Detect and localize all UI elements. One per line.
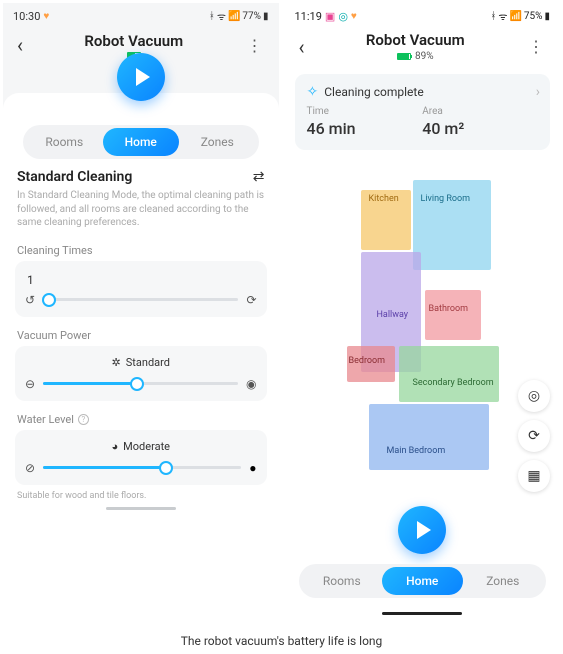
cleaning-times-card: 1 ↺ ⟳ (15, 261, 267, 317)
time-value: 46 min (307, 119, 423, 138)
room-bath: Bathroom (429, 304, 469, 314)
cleaning-times-value: 1 (25, 271, 257, 293)
wifi-icon: ᯤ (217, 9, 226, 23)
water-level-setting: Moderate (123, 440, 170, 453)
battery-icon: ▮ (263, 11, 269, 22)
time-label: Time (307, 106, 423, 117)
page-title: Robot Vacuum (27, 32, 240, 50)
vacuum-power-slider[interactable] (43, 382, 238, 385)
fan-icon: ✲ (112, 356, 121, 369)
repeat-min-icon: ↺ (25, 293, 35, 307)
locate-button[interactable]: ◎ (518, 380, 550, 412)
room-secbed: Secondary Bedroom (413, 378, 494, 388)
page-title: Robot Vacuum (309, 31, 522, 49)
mode-title: Standard Cleaning (17, 169, 132, 185)
status-time: 11:19 (295, 10, 322, 23)
cleaning-times-slider[interactable] (43, 298, 238, 301)
area-label: Area (422, 106, 538, 117)
sheet-handle[interactable] (106, 507, 176, 510)
water-level-card: ◕ Moderate ⊘ ● (15, 430, 267, 485)
area-value: 40 m² (422, 119, 538, 138)
status-battery: 75% (524, 11, 543, 22)
vacuum-power-setting: Standard (126, 356, 170, 369)
signal-icon: 📶 (228, 11, 240, 22)
image-caption: The robot vacuum's battery life is long (0, 622, 563, 654)
cleaning-times-label: Cleaning Times (17, 244, 265, 257)
phone-left: 10:30 ♥ ᚼ ᯤ 📶 77% ▮ ‹ Robot Vacuum ⋮ (3, 3, 279, 619)
battery-icon: ▮ (544, 11, 550, 22)
chevron-right-icon: › (536, 84, 540, 100)
broom-icon: ✧ (307, 84, 319, 100)
drop-icon: ◕ (112, 440, 119, 453)
bluetooth-icon: ᚼ (490, 11, 496, 22)
water-level-label: Water Level ? (17, 413, 265, 426)
turbo-icon: ◉ (246, 377, 256, 391)
tab-rooms[interactable]: Rooms (26, 128, 103, 156)
cleaning-state: Cleaning complete (324, 85, 423, 99)
segmented-tabs: Rooms Home Zones (23, 125, 259, 159)
settings-sheet: Rooms Home Zones Standard Cleaning ⇄ In … (3, 93, 279, 619)
gallery-icon: ▣ (325, 10, 335, 23)
status-bar: 11:19 ▣ ◎ ♥ ᚼ ᯤ 📶 75% ▮ (285, 3, 561, 25)
heart-icon: ♥ (43, 11, 49, 22)
power-min-icon: ⊖ (25, 377, 35, 391)
room-mainbed: Main Bedroom (387, 446, 446, 456)
water-level-slider[interactable] (43, 466, 241, 469)
play-button[interactable] (398, 506, 446, 554)
refresh-map-button[interactable]: ⟳ (518, 420, 550, 452)
status-battery: 77% (242, 11, 261, 22)
wifi-icon: ᯤ (498, 9, 507, 23)
status-time: 10:30 (13, 10, 40, 23)
phone-right: 11:19 ▣ ◎ ♥ ᚼ ᯤ 📶 75% ▮ ‹ Robot Vacuum 8… (285, 3, 561, 619)
vacuum-power-card: ✲ Standard ⊖ ◉ (15, 346, 267, 401)
tab-zones[interactable]: Zones (463, 567, 544, 595)
room-living: Living Room (421, 194, 471, 204)
signal-icon: 📶 (509, 11, 521, 22)
status-card[interactable]: ✧ Cleaning complete › Time 46 min Area 4… (295, 74, 551, 150)
header: ‹ Robot Vacuum 89% ⋮ (285, 25, 561, 70)
water-max-icon: ● (249, 461, 256, 475)
back-button[interactable]: ‹ (295, 33, 309, 61)
floor-map[interactable]: Kitchen Living Room Hallway Bathroom Bed… (291, 150, 555, 564)
room-kitchen: Kitchen (369, 194, 399, 204)
water-level-hint: Suitable for wood and tile floors. (17, 491, 265, 501)
bluetooth-icon: ᚼ (209, 11, 215, 22)
more-button[interactable]: ⋮ (522, 35, 550, 58)
tab-home[interactable]: Home (382, 567, 463, 595)
filter-button[interactable]: ▦ (518, 460, 550, 492)
more-button[interactable]: ⋮ (241, 34, 269, 57)
segmented-tabs: Rooms Home Zones (299, 564, 547, 598)
tab-zones[interactable]: Zones (179, 128, 256, 156)
nav-handle (382, 612, 462, 615)
help-icon[interactable]: ? (78, 414, 89, 425)
device-battery-value: 89% (415, 51, 434, 62)
back-button[interactable]: ‹ (13, 31, 27, 59)
room-bed: Bedroom (349, 356, 386, 366)
swap-icon[interactable]: ⇄ (253, 169, 265, 185)
play-button[interactable] (117, 53, 165, 101)
settings-icon: ◎ (338, 10, 348, 23)
vacuum-power-label: Vacuum Power (17, 329, 265, 342)
status-bar: 10:30 ♥ ᚼ ᯤ 📶 77% ▮ (3, 3, 279, 25)
tab-rooms[interactable]: Rooms (302, 567, 383, 595)
device-battery-icon (397, 53, 411, 60)
repeat-max-icon: ⟳ (246, 293, 256, 307)
tab-home[interactable]: Home (103, 128, 180, 156)
heart-icon: ♥ (351, 11, 357, 22)
water-off-icon: ⊘ (25, 461, 35, 475)
mode-description: In Standard Cleaning Mode, the optimal c… (17, 189, 265, 230)
room-hallway: Hallway (377, 310, 409, 320)
